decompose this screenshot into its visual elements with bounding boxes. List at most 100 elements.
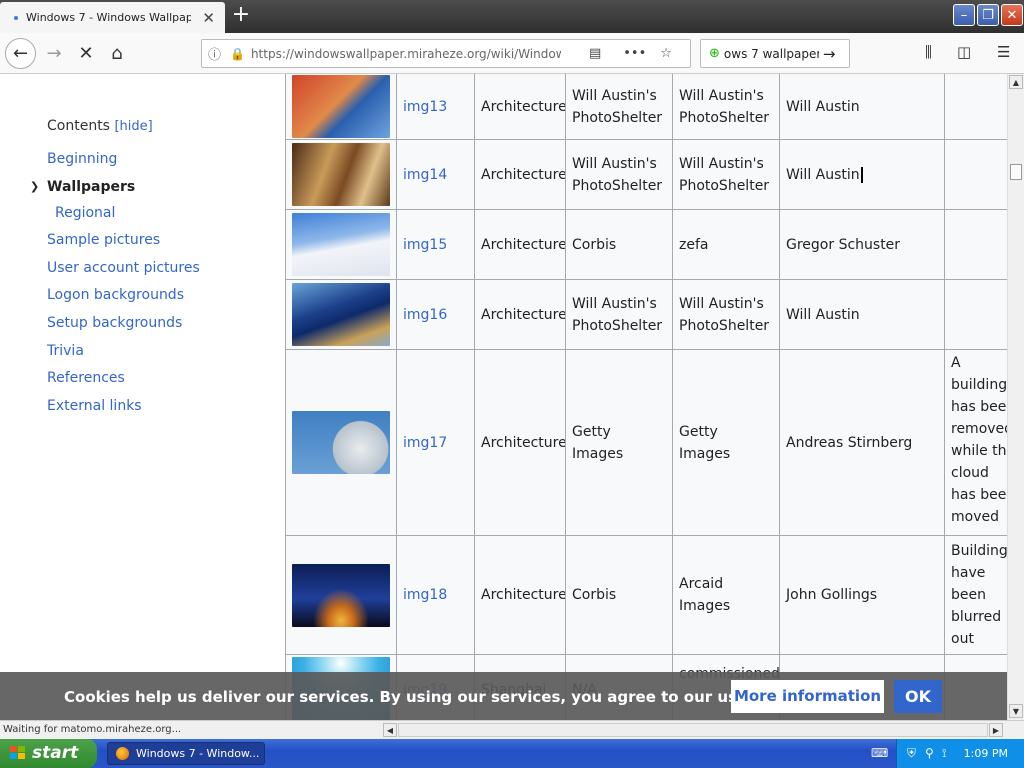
chevron-down-icon[interactable]: ❯: [30, 180, 39, 193]
thumbnail-image[interactable]: [292, 75, 390, 138]
close-window-button[interactable]: ✕: [1001, 4, 1023, 26]
table-row: img13 Architecture Will Austin's PhotoSh…: [285, 74, 1007, 140]
image-name-link[interactable]: img14: [396, 140, 474, 209]
browser-tab[interactable]: Windows 7 - Windows Wallpaper Wiki ✕: [0, 2, 225, 33]
site-info-icon[interactable]: ⓘ: [208, 44, 230, 63]
stop-button[interactable]: ✕: [72, 40, 100, 68]
more-information-button[interactable]: More information: [731, 680, 884, 713]
thumbnail-cell: [285, 536, 396, 654]
title-bar: Windows 7 - Windows Wallpaper Wiki ✕ + –…: [0, 0, 1024, 33]
navigation-bar: ← → ✕ ⌂ ⓘ 🔒 https://windowswallpaper.mir…: [0, 33, 1024, 74]
close-tab-icon[interactable]: ✕: [202, 9, 215, 27]
toc-item-references[interactable]: References: [47, 370, 125, 386]
image-name-link[interactable]: img13: [396, 74, 474, 139]
category-cell: Architecture: [474, 74, 567, 139]
category-cell: Architecture: [474, 350, 567, 535]
photographer-text: Will Austin: [786, 166, 860, 183]
reader-view-icon[interactable]: ▤: [589, 46, 601, 61]
shield-icon[interactable]: ⛨: [907, 746, 916, 761]
ok-button[interactable]: OK: [894, 680, 942, 713]
lock-icon: 🔒: [230, 46, 245, 61]
thumbnail-image[interactable]: [292, 411, 390, 474]
toc-item-sample-pictures[interactable]: Sample pictures: [47, 232, 160, 248]
scroll-right-icon[interactable]: ▶: [989, 723, 1003, 737]
toc-item-user-account-pictures[interactable]: User account pictures: [47, 260, 200, 276]
photographer-cell: Gregor Schuster: [779, 210, 944, 279]
thumbnail-cell: [285, 74, 396, 139]
horizontal-scrollbar[interactable]: [398, 723, 988, 737]
toc-item-wallpapers[interactable]: Wallpapers: [47, 179, 135, 195]
back-button[interactable]: ←: [5, 38, 36, 69]
image-name-link[interactable]: img16: [396, 280, 474, 349]
source-cell: Corbis: [565, 210, 672, 279]
agency-cell: Will Austin's PhotoShelter: [672, 280, 779, 349]
tab-title: Windows 7 - Windows Wallpaper Wiki: [26, 11, 191, 24]
table-of-contents: Contents [hide] ❯ Beginning Wallpapers R…: [0, 74, 285, 720]
vertical-scrollbar[interactable]: ▲ ▼: [1007, 74, 1024, 720]
image-name-link[interactable]: img18: [396, 536, 474, 654]
sidebar-icon[interactable]: ◫: [957, 43, 971, 61]
page-actions-icon[interactable]: •••: [623, 46, 646, 61]
scroll-left-icon[interactable]: ◀: [383, 723, 397, 737]
cookie-message: Cookies help us deliver our services. By…: [64, 688, 844, 706]
url-text[interactable]: https://windowswallpaper.miraheze.org/wi…: [251, 47, 561, 61]
toc-heading: Contents [hide]: [47, 118, 153, 134]
table-row: img18 Architecture Corbis Arcaid Images …: [285, 536, 1007, 655]
home-button[interactable]: ⌂: [103, 40, 131, 68]
agency-cell: Will Austin's PhotoShelter: [672, 140, 779, 209]
text-cursor: [860, 166, 863, 183]
firefox-icon: [116, 747, 129, 760]
toc-item-external-links[interactable]: External links: [47, 398, 142, 414]
thumbnail-image[interactable]: [292, 563, 390, 627]
search-input[interactable]: ows 7 wallpaper: [724, 47, 819, 61]
source-cell: Will Austin's PhotoShelter: [565, 74, 672, 139]
cookie-banner: Cookies help us deliver our services. By…: [0, 672, 1007, 720]
taskbar-window-item[interactable]: Windows 7 - Window...: [107, 742, 265, 765]
agency-cell: Getty Images: [672, 350, 779, 535]
toc-item-logon-backgrounds[interactable]: Logon backgrounds: [47, 287, 184, 303]
minimize-button[interactable]: –: [953, 4, 975, 26]
toc-hide-link[interactable]: [hide]: [114, 119, 152, 134]
bookmark-star-icon[interactable]: ☆: [660, 46, 672, 61]
toc-item-trivia[interactable]: Trivia: [47, 343, 84, 359]
scrollbar-thumb[interactable]: [1010, 164, 1022, 180]
image-name-link[interactable]: img15: [396, 210, 474, 279]
notes-cell: [944, 74, 1007, 139]
menu-icon[interactable]: ☰: [997, 43, 1010, 61]
scroll-down-icon[interactable]: ▼: [1009, 704, 1023, 718]
search-engine-icon: ⊕: [709, 46, 720, 61]
new-tab-button[interactable]: +: [230, 4, 252, 26]
toc-item-setup-backgrounds[interactable]: Setup backgrounds: [47, 315, 182, 331]
search-go-icon[interactable]: →: [823, 45, 836, 63]
notes-cell: A building has been removed, while the c…: [944, 350, 1007, 535]
page-content: Contents [hide] ❯ Beginning Wallpapers R…: [0, 74, 1007, 720]
taskbar: start Windows 7 - Window... ⌨ ⛨ ⚲ ⟟ 1:09…: [0, 739, 1024, 768]
keyboard-icon[interactable]: ⌨: [871, 746, 888, 760]
scroll-up-icon[interactable]: ▲: [1009, 75, 1023, 89]
search-icon[interactable]: ⚲: [925, 746, 934, 760]
search-bar[interactable]: ⊕ ows 7 wallpaper →: [700, 39, 850, 68]
thumbnail-image[interactable]: [292, 143, 390, 206]
library-icon[interactable]: ⫼: [925, 43, 932, 61]
notes-cell: [944, 210, 1007, 279]
table-row: img15 Architecture Corbis zefa Gregor Sc…: [285, 210, 1007, 280]
network-icon[interactable]: ⟟: [942, 746, 946, 761]
image-name-link[interactable]: img17: [396, 350, 474, 535]
start-button[interactable]: start: [0, 739, 97, 768]
source-cell: Will Austin's PhotoShelter: [565, 140, 672, 209]
photographer-cell: Will Austin: [779, 74, 944, 139]
forward-button[interactable]: →: [40, 40, 68, 68]
thumbnail-image[interactable]: [292, 213, 390, 276]
toc-item-beginning[interactable]: Beginning: [47, 151, 117, 167]
source-cell: Getty Images: [565, 350, 672, 535]
toc-item-regional[interactable]: Regional: [55, 205, 115, 221]
restore-button[interactable]: ❐: [977, 4, 999, 26]
table-row: img14 Architecture Will Austin's PhotoSh…: [285, 140, 1007, 210]
agency-cell: zefa: [672, 210, 779, 279]
url-bar[interactable]: ⓘ 🔒 https://windowswallpaper.miraheze.or…: [201, 39, 691, 68]
source-cell: Corbis: [565, 536, 672, 654]
photographer-cell: John Gollings: [779, 536, 944, 654]
thumbnail-image[interactable]: [292, 283, 390, 346]
thumbnail-cell: [285, 140, 396, 209]
start-label: start: [32, 743, 79, 763]
